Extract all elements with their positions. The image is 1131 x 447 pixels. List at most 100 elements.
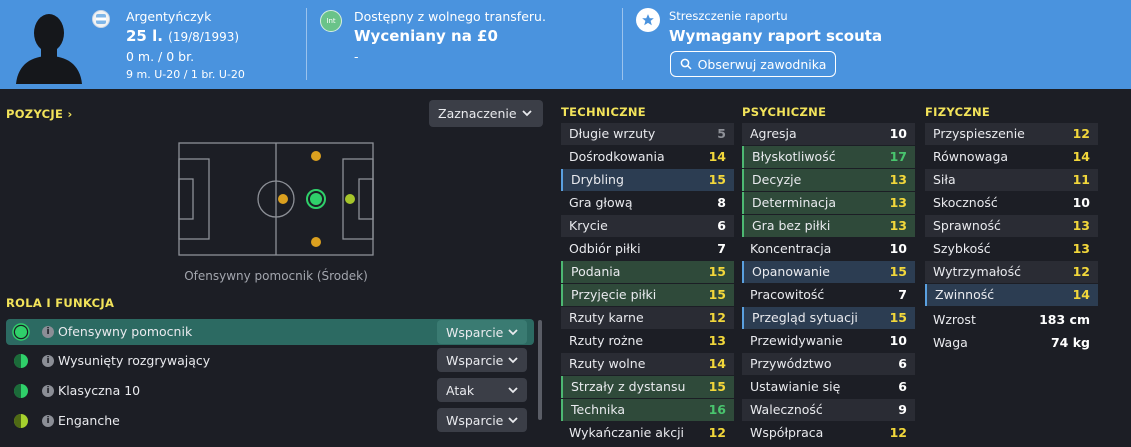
roles-scrollbar[interactable] xyxy=(538,320,542,420)
attribute-row: Opanowanie 15 xyxy=(742,261,915,283)
attribute-name: Technika xyxy=(571,402,626,417)
attribute-name: Opanowanie xyxy=(752,264,830,279)
role-name: Enganche xyxy=(58,413,120,428)
attribute-name: Dośrodkowania xyxy=(569,149,665,164)
attribute-value: 12 xyxy=(708,310,726,325)
duty-label: Wsparcie xyxy=(446,412,504,428)
attribute-name: Decyzje xyxy=(752,172,802,187)
attribute-row: Decyzje 13 xyxy=(742,169,915,191)
attribute-row: Skoczność 10 xyxy=(925,192,1098,214)
role-duty-heading: ROLA I FUNKCJA xyxy=(6,296,115,310)
attribute-row: Podania 15 xyxy=(561,261,734,283)
attribute-name: Waleczność xyxy=(750,402,823,417)
date-of-birth: (19/8/1993) xyxy=(168,30,240,44)
age-value: 25 l. xyxy=(126,27,163,45)
attribute-row: Zwinność 14 xyxy=(925,284,1098,306)
attribute-name: Rzuty wolne xyxy=(569,356,646,371)
attribute-row: Waleczność 9 xyxy=(742,399,915,421)
info-icon[interactable]: i xyxy=(42,326,54,338)
attribute-row: Koncentracja 10 xyxy=(742,238,915,260)
info-icon[interactable]: i xyxy=(42,415,54,427)
transfer-status: Dostępny z wolnego transferu. xyxy=(354,9,546,24)
attribute-value: 13 xyxy=(708,333,726,348)
attribute-row: Przyspieszenie 12 xyxy=(925,123,1098,145)
attribute-value: 15 xyxy=(708,172,726,187)
attribute-value: 5 xyxy=(717,126,726,141)
role-suitability-icon xyxy=(14,354,28,368)
attribute-row: Wykańczanie akcji 12 xyxy=(561,422,734,444)
position-marker xyxy=(345,194,355,204)
attribute-value: 12 xyxy=(1072,264,1090,279)
role-row[interactable]: i Ofensywny pomocnik Wsparcie xyxy=(6,319,534,345)
attribute-row: Rzuty rożne 13 xyxy=(561,330,734,352)
chevron-down-icon xyxy=(508,417,518,424)
attribute-row: Odbiór piłki 7 xyxy=(561,238,734,260)
info-icon[interactable]: i xyxy=(42,355,54,367)
attribute-name: Sprawność xyxy=(933,218,1001,233)
attribute-row: Długie wrzuty 5 xyxy=(561,123,734,145)
attribute-name: Szybkość xyxy=(933,241,991,256)
role-row[interactable]: i Wysunięty rozgrywający Wsparcie xyxy=(6,348,534,374)
positions-title: POZYCJE xyxy=(6,107,64,121)
attribute-row: Ustawianie się 6 xyxy=(742,376,915,398)
info-icon[interactable]: i xyxy=(42,385,54,397)
attribute-row: Przewidywanie 10 xyxy=(742,330,915,352)
attribute-value: 10 xyxy=(889,126,907,141)
search-icon xyxy=(680,58,692,70)
duty-dropdown[interactable]: Atak xyxy=(437,378,527,402)
watch-player-button[interactable]: Obserwuj zawodnika xyxy=(670,51,836,77)
attribute-row: Szybkość 13 xyxy=(925,238,1098,260)
selection-dropdown[interactable]: Zaznaczenie xyxy=(429,100,543,127)
duty-label: Atak xyxy=(446,382,475,398)
attribute-row: Gra głową 8 xyxy=(561,192,734,214)
attribute-name: Długie wrzuty xyxy=(569,126,656,141)
attribute-value: 13 xyxy=(889,218,907,233)
attribute-row: Determinacja 13 xyxy=(742,192,915,214)
attribute-name: Przewidywanie xyxy=(750,333,843,348)
attribute-name: Skoczność xyxy=(933,195,998,210)
positions-heading[interactable]: POZYCJE › xyxy=(6,107,73,121)
attribute-value: 14 xyxy=(708,149,726,164)
attribute-name: Agresja xyxy=(750,126,797,141)
attribute-name: Rzuty rożne xyxy=(569,333,644,348)
attribute-value: 7 xyxy=(898,287,907,302)
attribute-row: Gra bez piłki 13 xyxy=(742,215,915,237)
attribute-row: Przywództwo 6 xyxy=(742,353,915,375)
role-row[interactable]: i Klasyczna 10 Atak xyxy=(6,378,534,404)
attribute-row: Sprawność 13 xyxy=(925,215,1098,237)
physical-heading: FIZYCZNE xyxy=(925,105,991,119)
attribute-name: Wykańczanie akcji xyxy=(569,425,685,440)
attribute-value: 15 xyxy=(708,379,726,394)
attribute-name: Współpraca xyxy=(750,425,824,440)
role-name: Ofensywny pomocnik xyxy=(58,324,193,339)
selection-dropdown-label: Zaznaczenie xyxy=(438,106,517,121)
position-pitch xyxy=(178,142,374,256)
duty-label: Wsparcie xyxy=(446,324,504,340)
international-status-icon: Int xyxy=(320,10,342,32)
role-row[interactable]: i Enganche Wsparcie xyxy=(6,408,534,434)
nationality-flag-icon xyxy=(92,10,110,28)
attribute-value: 12 xyxy=(1072,126,1090,141)
player-valuation: Wyceniany na £0 xyxy=(354,27,498,45)
attribute-row: Wytrzymałość 12 xyxy=(925,261,1098,283)
role-suitability-icon xyxy=(12,323,30,341)
attribute-value: 9 xyxy=(898,402,907,417)
attribute-value: 10 xyxy=(1072,195,1090,210)
attribute-row: Pracowitość 7 xyxy=(742,284,915,306)
attribute-name: Błyskotliwość xyxy=(752,149,836,164)
attribute-value: 7 xyxy=(717,241,726,256)
header-divider xyxy=(622,8,623,80)
duty-dropdown[interactable]: Wsparcie xyxy=(437,348,527,372)
duty-dropdown[interactable]: Wsparcie xyxy=(437,408,527,432)
chevron-down-icon xyxy=(522,110,532,117)
height-value: 183 cm xyxy=(1039,312,1090,327)
attribute-name: Odbiór piłki xyxy=(569,241,641,256)
player-nationality: Argentyńczyk xyxy=(126,9,212,24)
attribute-name: Zwinność xyxy=(935,287,995,302)
technical-heading: TECHNICZNE xyxy=(561,105,646,119)
duty-label: Wsparcie xyxy=(446,352,504,368)
attribute-row: Współpraca 12 xyxy=(742,422,915,444)
attribute-name: Koncentracja xyxy=(750,241,832,256)
attribute-value: 13 xyxy=(889,195,907,210)
duty-dropdown[interactable]: Wsparcie xyxy=(437,320,527,344)
